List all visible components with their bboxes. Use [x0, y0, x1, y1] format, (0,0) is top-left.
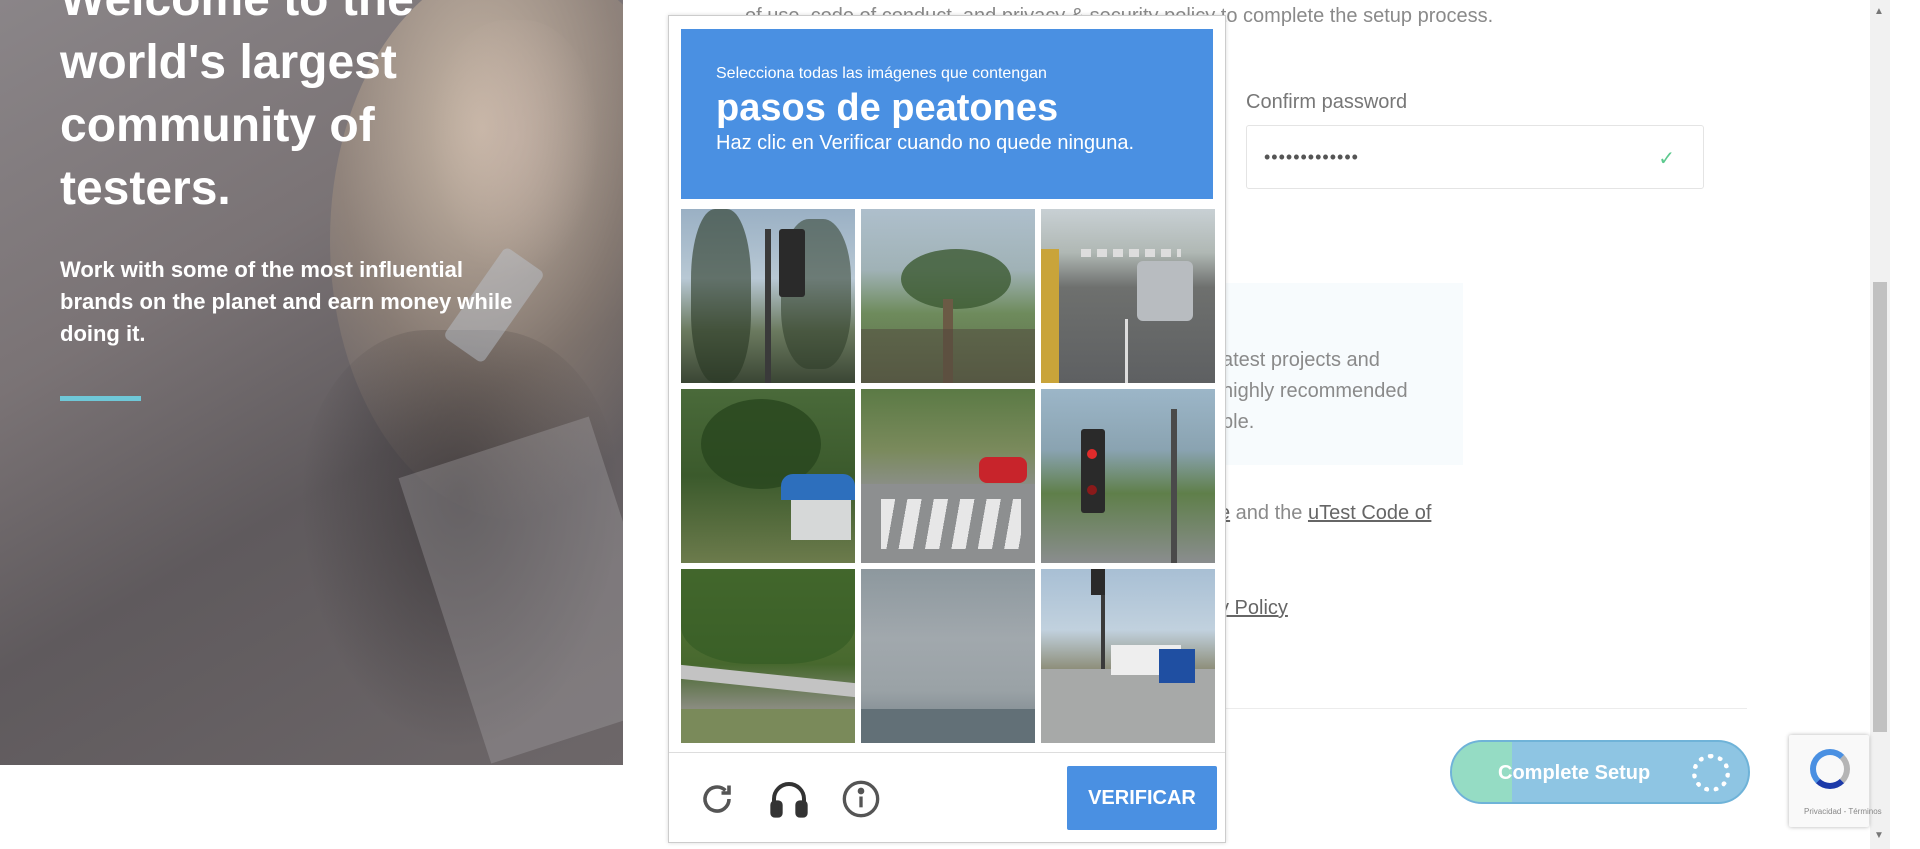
- scroll-up-arrow-icon[interactable]: ▲: [1874, 6, 1884, 17]
- check-icon: ✓: [1658, 148, 1675, 170]
- scroll-down-arrow-icon[interactable]: ▼: [1874, 830, 1884, 841]
- privacy-policy-link[interactable]: y Policy: [1219, 597, 1288, 619]
- headphones-icon[interactable]: [767, 777, 811, 821]
- recaptcha-logo-icon: [1810, 749, 1850, 789]
- captcha-image-grid: [681, 209, 1215, 743]
- loading-spinner-icon: [1692, 754, 1730, 792]
- complete-setup-label: Complete Setup: [1498, 762, 1651, 784]
- recaptcha-badge[interactable]: Privacidad - Términos: [1789, 735, 1882, 827]
- captcha-tile[interactable]: [861, 389, 1035, 563]
- verify-button[interactable]: VERIFICAR: [1067, 766, 1217, 830]
- divider: [1219, 708, 1747, 709]
- captcha-tile[interactable]: [681, 209, 855, 383]
- complete-setup-button[interactable]: Complete Setup: [1450, 740, 1750, 804]
- info-text: atest projects and highly recommended bl…: [1222, 345, 1408, 438]
- info-icon[interactable]: [839, 777, 883, 821]
- info-line: atest projects and: [1222, 349, 1380, 371]
- recaptcha-badge-links: Privacidad - Términos: [1804, 807, 1882, 816]
- captcha-target: pasos de peatones: [716, 87, 1059, 129]
- page-scrollbar[interactable]: ▲ ▼: [1870, 0, 1890, 849]
- captcha-tile[interactable]: [1041, 209, 1215, 383]
- captcha-tile[interactable]: [861, 209, 1035, 383]
- captcha-tile[interactable]: [1041, 569, 1215, 743]
- captcha-tile[interactable]: [681, 569, 855, 743]
- confirm-password-value: •••••••••••••: [1264, 146, 1359, 167]
- captcha-challenge: Selecciona todas las imágenes que conten…: [668, 15, 1226, 843]
- hero-panel: Welcome to the world's largest community…: [0, 0, 623, 765]
- privacy-agreement-text: y Policy: [1219, 597, 1288, 620]
- reload-icon[interactable]: [695, 777, 739, 821]
- confirm-password-label: Confirm password: [1246, 91, 1408, 113]
- terms-mid-text: and the: [1230, 502, 1308, 524]
- captcha-tile[interactable]: [1041, 389, 1215, 563]
- terms-agreement-text: e and the uTest Code of: [1219, 502, 1431, 525]
- info-line: highly recommended: [1222, 380, 1408, 402]
- code-of-conduct-link[interactable]: uTest Code of: [1308, 502, 1431, 524]
- captcha-hint: Haz clic en Verificar cuando no quede ni…: [716, 132, 1135, 154]
- captcha-footer: VERIFICAR: [669, 752, 1225, 842]
- captcha-header: Selecciona todas las imágenes que conten…: [681, 29, 1213, 199]
- captcha-instruction: Selecciona todas las imágenes que conten…: [716, 65, 1047, 82]
- scrollbar-thumb[interactable]: [1873, 282, 1887, 732]
- confirm-password-field[interactable]: ••••••••••••• ✓: [1246, 125, 1704, 189]
- captcha-tile[interactable]: [681, 389, 855, 563]
- hero-accent-bar: [60, 396, 141, 401]
- captcha-tile[interactable]: [861, 569, 1035, 743]
- info-line: ble.: [1222, 411, 1255, 433]
- hero-subtitle: Work with some of the most influential b…: [60, 257, 513, 346]
- hero-title: Welcome to the world's largest community…: [60, 0, 414, 215]
